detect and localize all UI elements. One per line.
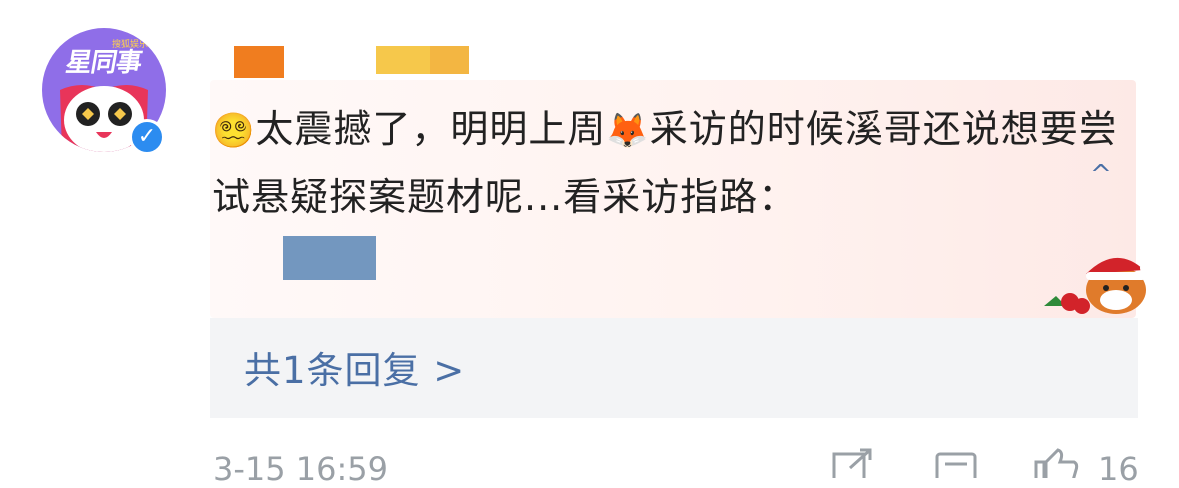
comment-timestamp: 3-15 16:59: [213, 450, 389, 488]
username-redacted-3: [430, 46, 469, 74]
christmas-fox-sticker-icon: [1044, 257, 1152, 314]
collapse-icon[interactable]: ^: [1090, 160, 1112, 190]
dizzy-face-emoji-icon: 😵‍💫: [212, 111, 256, 151]
like-count: 16: [1098, 450, 1139, 488]
comment-text: 😵‍💫太震撼了，明明上周🦊采访的时候溪哥还说想要尝试悬疑探案题材呢...看采访指…: [212, 96, 1122, 230]
link-redacted[interactable]: [283, 236, 376, 280]
comment-text-part1: 太震撼了，明明上周: [255, 107, 607, 151]
view-replies-link[interactable]: 共1条回复 >: [244, 340, 465, 394]
avatar-tag: 搜狐娱乐: [112, 40, 149, 50]
verified-icon: ✓: [129, 119, 165, 155]
fox-emoji-icon: 🦊: [606, 111, 650, 151]
username-redacted[interactable]: [234, 46, 284, 78]
